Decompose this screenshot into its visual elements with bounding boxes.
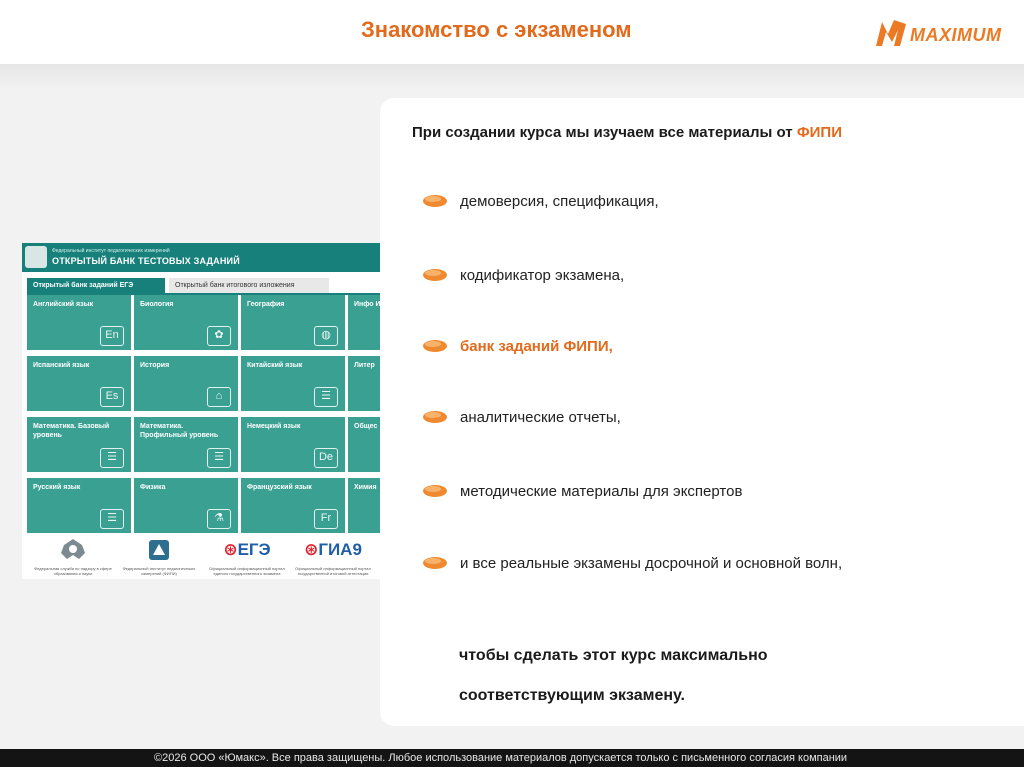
subject-icon: Es bbox=[100, 387, 124, 407]
subject-tile[interactable]: Биология ✿ bbox=[134, 295, 238, 350]
subject-label: Испанский язык bbox=[33, 362, 90, 369]
subject-tile[interactable]: Русский язык ☰ bbox=[27, 478, 131, 533]
subject-tile[interactable]: Общес bbox=[348, 417, 380, 472]
subject-tile[interactable]: Испанский язык Es bbox=[27, 356, 131, 411]
conclusion-text: чтобы сделать этот курс максимально соот… bbox=[459, 636, 768, 716]
subject-label: Математика. Базовый уровень bbox=[33, 423, 110, 439]
fipi-emblem-icon bbox=[149, 540, 169, 560]
copyright-text: ©2026 ООО «Юмакс». Все права защищены. Л… bbox=[154, 752, 848, 764]
subject-label: Общес bbox=[354, 423, 378, 430]
bullet-item: аналитические отчеты, bbox=[420, 402, 621, 432]
subject-icon: ✿ bbox=[207, 326, 231, 346]
gia9-logo-icon: ⊛ГИА9 bbox=[304, 540, 362, 559]
bullet-text: банк заданий ФИПИ, bbox=[460, 337, 613, 355]
subject-tile[interactable]: Математика. Базовый уровень ☰ bbox=[27, 417, 131, 472]
subject-icon: ☰ bbox=[314, 387, 338, 407]
subject-tile[interactable]: География ◍ bbox=[241, 295, 345, 350]
bullet-text: аналитические отчеты, bbox=[460, 408, 621, 426]
subject-icon: ◍ bbox=[314, 326, 338, 346]
subject-label: Английский язык bbox=[33, 301, 94, 308]
intro-text: При создании курса мы изучаем все матери… bbox=[412, 124, 842, 141]
ege-logo-icon: ⊛ЕГЭ bbox=[223, 540, 271, 559]
fipi-emblem-icon bbox=[25, 246, 47, 268]
tab-ege-bank[interactable]: Открытый банк заданий ЕГЭ bbox=[27, 278, 165, 293]
subject-label: Литер bbox=[354, 362, 375, 369]
subject-icon: ☰ bbox=[100, 509, 124, 529]
subject-tile[interactable]: Литер bbox=[348, 356, 380, 411]
subject-tile[interactable]: Французский язык Fr bbox=[241, 478, 345, 533]
slide-title: Знакомство с экзаменом bbox=[361, 17, 632, 42]
subject-label: Математика. Профильный уровень bbox=[140, 423, 219, 439]
subject-label: История bbox=[140, 362, 170, 369]
subject-label: Химия bbox=[354, 484, 377, 491]
bullet-text: кодификатор экзамена, bbox=[460, 266, 625, 284]
brand-name: MAXIMUM bbox=[910, 25, 1002, 45]
subject-icon: ☰ bbox=[100, 448, 124, 468]
subject-icon: Fr bbox=[314, 509, 338, 529]
bullet-item: кодификатор экзамена, bbox=[420, 260, 624, 290]
subject-label: Биология bbox=[140, 301, 174, 308]
bullet-item: и все реальные экзамены досрочной и осно… bbox=[420, 548, 842, 578]
fipi-footer: Федеральная служба по надзору в сфере об… bbox=[22, 533, 380, 579]
rosobrnadzor-logo: Федеральная служба по надзору в сфере об… bbox=[32, 537, 114, 577]
subject-label: Китайский язык bbox=[247, 362, 303, 369]
gia9-logo: ⊛ГИА9 Официальный информационный портал … bbox=[292, 537, 374, 577]
bullet-item: демоверсия, спецификация, bbox=[420, 186, 659, 216]
subject-icon: ⌂ bbox=[207, 387, 231, 407]
subject-icon: ☰ bbox=[207, 448, 231, 468]
intro-highlight: ФИПИ bbox=[796, 124, 842, 141]
subject-tile[interactable]: Физика ⚗ bbox=[134, 478, 238, 533]
gia9-logo-text: ГИА9 bbox=[318, 540, 362, 559]
gia9-caption: Официальный информационный портал госуда… bbox=[295, 566, 371, 576]
subject-label: Немецкий язык bbox=[247, 423, 301, 430]
subject-tile[interactable]: Немецкий язык De bbox=[241, 417, 345, 472]
fipi-logo: Федеральный институт педагогических изме… bbox=[118, 537, 200, 577]
tab-essay-bank[interactable]: Открытый банк итогового изложения bbox=[169, 278, 329, 293]
bullet-marker-icon bbox=[423, 195, 447, 207]
ege-logo-text: ЕГЭ bbox=[237, 540, 271, 559]
fipi-bank-title: ОТКРЫТЫЙ БАНК ТЕСТОВЫХ ЗАДАНИЙ bbox=[52, 256, 240, 266]
subject-label: География bbox=[247, 301, 285, 308]
bullet-marker-icon bbox=[423, 557, 447, 569]
subject-icon: En bbox=[100, 326, 124, 346]
slide-header: Знакомство с экзаменом MAXIMUM bbox=[0, 0, 1024, 64]
bullet-item: методические материалы для экспертов bbox=[420, 476, 742, 506]
bullet-marker-icon bbox=[423, 411, 447, 423]
bullet-marker-icon bbox=[423, 269, 447, 281]
subject-tile[interactable]: Английский язык En bbox=[27, 295, 131, 350]
subject-label: Французский язык bbox=[247, 484, 312, 491]
subject-icon: De bbox=[314, 448, 338, 468]
subject-icon: ⚗ bbox=[207, 509, 231, 529]
bullet-item: банк заданий ФИПИ, bbox=[420, 331, 613, 361]
bullet-marker-icon bbox=[423, 485, 447, 497]
bullet-text: демоверсия, спецификация, bbox=[460, 192, 659, 210]
brand-logo: MAXIMUM bbox=[874, 14, 1019, 52]
fipi-institute-name: Федеральный институт педагогических изме… bbox=[52, 248, 170, 254]
subject-label: Физика bbox=[140, 484, 166, 491]
slide-footer: ©2026 ООО «Юмакс». Все права защищены. Л… bbox=[0, 749, 1024, 767]
subject-label: Русский язык bbox=[33, 484, 81, 491]
fipi-caption: Федеральный институт педагогических изме… bbox=[122, 566, 196, 576]
bullet-text: и все реальные экзамены досрочной и осно… bbox=[460, 554, 843, 572]
subject-tile[interactable]: Китайский язык ☰ bbox=[241, 356, 345, 411]
fipi-header: Федеральный институт педагогических изме… bbox=[22, 243, 380, 272]
rosobrnadzor-emblem-icon bbox=[61, 539, 85, 559]
ege-caption: Официальный информационный портал единог… bbox=[209, 566, 285, 576]
maximum-logo-icon bbox=[876, 20, 906, 46]
header-shadow bbox=[0, 64, 1024, 90]
rosobrnadzor-caption: Федеральная служба по надзору в сфере об… bbox=[34, 566, 112, 576]
fipi-tabs: Открытый банк заданий ЕГЭ Открытый банк … bbox=[27, 278, 380, 293]
subject-tile[interactable]: Математика. Профильный уровень ☰ bbox=[134, 417, 238, 472]
subject-tile[interactable]: История ⌂ bbox=[134, 356, 238, 411]
subject-tile[interactable]: Химия bbox=[348, 478, 380, 533]
subject-label: Инфо ИКТ bbox=[354, 301, 380, 308]
bullet-marker-icon bbox=[423, 340, 447, 352]
conclusion-line-1: чтобы сделать этот курс максимально bbox=[459, 647, 768, 664]
ege-logo: ⊛ЕГЭ Официальный информационный портал е… bbox=[206, 537, 288, 577]
conclusion-line-2: соответствующим экзамену. bbox=[459, 687, 685, 704]
intro-prefix: При создании курса мы изучаем все матери… bbox=[412, 124, 797, 141]
fipi-bank-screenshot: Федеральный институт педагогических изме… bbox=[22, 243, 380, 579]
subject-tile[interactable]: Инфо ИКТ bbox=[348, 295, 380, 350]
bullet-text: методические материалы для экспертов bbox=[460, 482, 743, 500]
